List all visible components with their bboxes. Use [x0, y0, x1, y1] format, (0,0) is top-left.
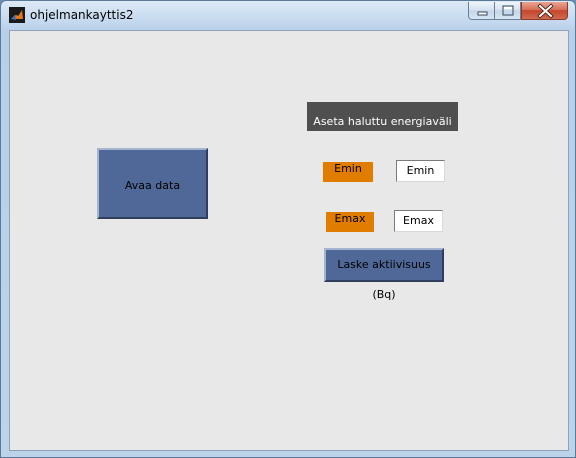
minimize-icon [477, 11, 488, 16]
figure-area [9, 30, 569, 451]
title-bar[interactable]: ohjelmankayttis2 [1, 1, 575, 29]
close-icon [537, 3, 554, 19]
maximize-icon [502, 5, 514, 16]
minimize-button[interactable] [468, 2, 495, 20]
emax-input[interactable]: Emax [394, 210, 443, 232]
energy-range-header: Aseta haluttu energiaväli [307, 102, 458, 131]
open-data-button[interactable]: Avaa data [97, 148, 208, 219]
emin-input[interactable]: Emin [396, 160, 445, 182]
matlab-icon [9, 7, 25, 23]
maximize-button[interactable] [495, 2, 521, 20]
calculate-activity-button[interactable]: Laske aktiivisuus (Bq) [324, 248, 444, 301]
emin-label: Emin [323, 162, 373, 182]
emax-label: Emax [326, 212, 374, 232]
window-title: ohjelmankayttis2 [30, 8, 134, 22]
close-button[interactable] [521, 2, 568, 20]
app-window: ohjelmankayttis2 Aseta haluttu energiavä… [0, 0, 576, 458]
